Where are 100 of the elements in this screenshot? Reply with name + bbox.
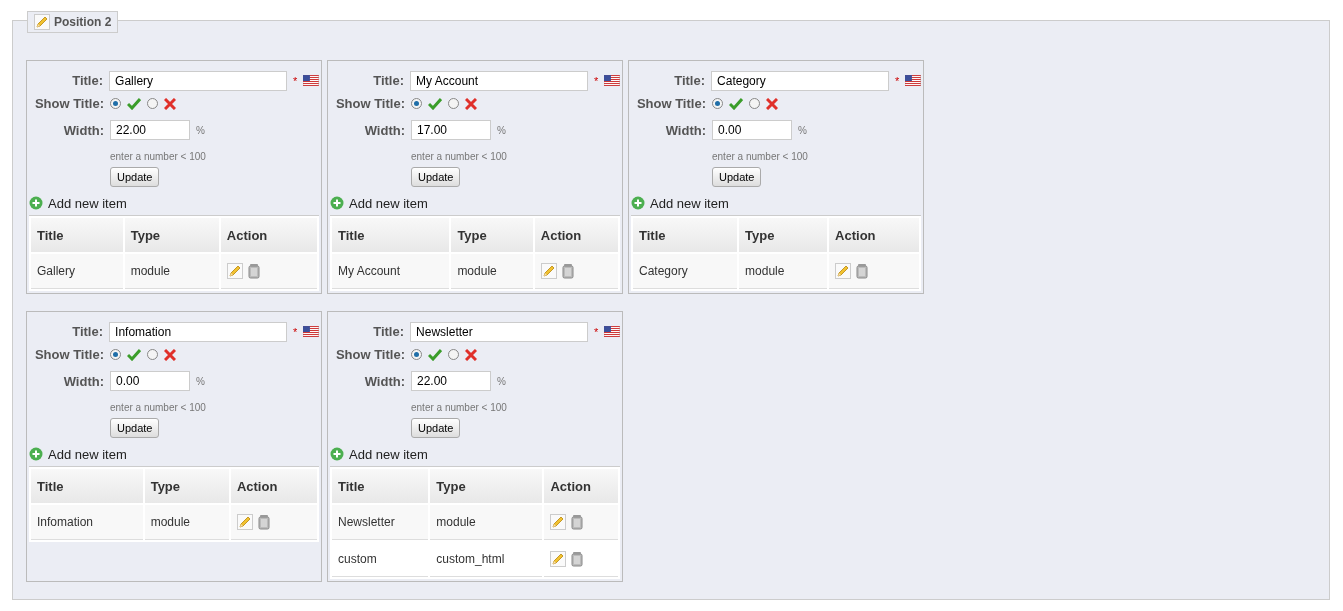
width-input[interactable]: 17.00 — [411, 120, 491, 140]
table-cell: Newsletter — [332, 505, 429, 540]
plus-icon[interactable] — [330, 447, 344, 461]
radio-button[interactable] — [147, 349, 158, 360]
radio-button[interactable] — [749, 98, 760, 109]
column-header: Action — [829, 218, 919, 252]
flag-icon[interactable] — [604, 75, 620, 86]
field-label: Width: — [664, 122, 706, 138]
check-icon — [729, 97, 743, 110]
hint-text: enter a number < 100 — [110, 401, 206, 413]
add-item-link[interactable]: Add new item — [650, 195, 729, 211]
radio-button[interactable] — [448, 349, 459, 360]
pencil-icon[interactable] — [540, 263, 557, 279]
radio-button[interactable] — [411, 349, 422, 360]
title-input[interactable]: Newsletter — [410, 321, 588, 342]
hint-text: enter a number < 100 — [411, 401, 507, 413]
required-mark: * — [593, 325, 599, 338]
table-cell: module — [739, 254, 828, 289]
pencil-icon[interactable] — [550, 551, 567, 567]
column-header: Action — [544, 469, 618, 503]
trash-icon[interactable] — [571, 551, 584, 567]
width-input[interactable]: 0.00 — [110, 371, 190, 391]
radio-button[interactable] — [110, 349, 121, 360]
add-item-link[interactable]: Add new item — [349, 195, 428, 211]
trash-icon[interactable] — [856, 263, 869, 279]
column-header: Type — [451, 218, 533, 252]
hint-text: enter a number < 100 — [411, 150, 507, 162]
add-item-link[interactable]: Add new item — [349, 446, 428, 462]
column-header: Title — [31, 218, 123, 252]
column-header: Action — [220, 218, 317, 252]
column-header: Title — [633, 218, 738, 252]
plus-icon[interactable] — [631, 196, 645, 210]
update-button[interactable]: Update — [110, 418, 160, 438]
table-cell: My Account — [332, 254, 450, 289]
update-button[interactable]: Update — [411, 167, 461, 187]
hint-text: enter a number < 100 — [110, 150, 206, 162]
cross-icon — [164, 97, 176, 110]
radio-button[interactable] — [411, 98, 422, 109]
required-mark: * — [894, 74, 900, 87]
flag-icon[interactable] — [303, 75, 319, 86]
update-button[interactable]: Update — [110, 167, 160, 187]
pencil-icon[interactable] — [226, 263, 243, 279]
width-input[interactable]: 0.00 — [712, 120, 792, 140]
flag-icon[interactable] — [905, 75, 921, 86]
flag-icon[interactable] — [303, 326, 319, 337]
update-button[interactable]: Update — [411, 418, 461, 438]
title-input[interactable]: Infomation — [109, 321, 287, 342]
cross-icon — [465, 97, 477, 110]
field-label: Width: — [363, 373, 405, 389]
field-label: Show Title: — [334, 347, 405, 362]
check-icon — [428, 348, 442, 361]
radio-button[interactable] — [448, 98, 459, 109]
title-input[interactable]: Category — [711, 70, 889, 91]
column-header: Type — [144, 469, 229, 503]
table-cell: module — [124, 254, 219, 289]
width-input[interactable]: 22.00 — [110, 120, 190, 140]
field-label: Title: — [71, 73, 104, 88]
title-input[interactable]: My Account — [410, 70, 588, 91]
pencil-icon[interactable] — [34, 14, 50, 30]
add-item-link[interactable]: Add new item — [48, 446, 127, 462]
column-header: Title — [31, 469, 143, 503]
cross-icon — [164, 348, 176, 361]
field-label: Title: — [372, 73, 405, 88]
required-mark: * — [292, 74, 298, 87]
table-cell: module — [144, 505, 229, 540]
update-button[interactable]: Update — [712, 167, 762, 187]
table-cell: custom_html — [430, 542, 543, 577]
trash-icon[interactable] — [561, 263, 574, 279]
column-header: Type — [739, 218, 828, 252]
field-label: Width: — [62, 373, 104, 389]
field-label: Title: — [673, 73, 706, 88]
width-input[interactable]: 22.00 — [411, 371, 491, 391]
plus-icon[interactable] — [29, 196, 43, 210]
radio-button[interactable] — [110, 98, 121, 109]
plus-icon[interactable] — [330, 196, 344, 210]
pencil-icon[interactable] — [236, 514, 253, 530]
trash-icon[interactable] — [571, 514, 584, 530]
trash-icon[interactable] — [257, 514, 270, 530]
hint-text: enter a number < 100 — [712, 150, 808, 162]
flag-icon[interactable] — [604, 326, 620, 337]
pencil-icon[interactable] — [550, 514, 567, 530]
radio-button[interactable] — [712, 98, 723, 109]
add-item-link[interactable]: Add new item — [48, 195, 127, 211]
table-cell: custom — [332, 542, 429, 577]
check-icon — [127, 348, 141, 361]
plus-icon[interactable] — [29, 447, 43, 461]
unit-label: % — [196, 124, 205, 136]
column-header: Action — [534, 218, 618, 252]
unit-label: % — [497, 124, 506, 136]
trash-icon[interactable] — [247, 263, 260, 279]
required-mark: * — [593, 74, 599, 87]
column-header: Type — [124, 218, 219, 252]
title-input[interactable]: Gallery — [109, 70, 287, 91]
cross-icon — [465, 348, 477, 361]
pencil-icon[interactable] — [835, 263, 852, 279]
table-cell: Infomation — [31, 505, 143, 540]
unit-label: % — [497, 375, 506, 387]
column-header: Action — [230, 469, 317, 503]
field-label: Show Title: — [635, 96, 706, 111]
radio-button[interactable] — [147, 98, 158, 109]
